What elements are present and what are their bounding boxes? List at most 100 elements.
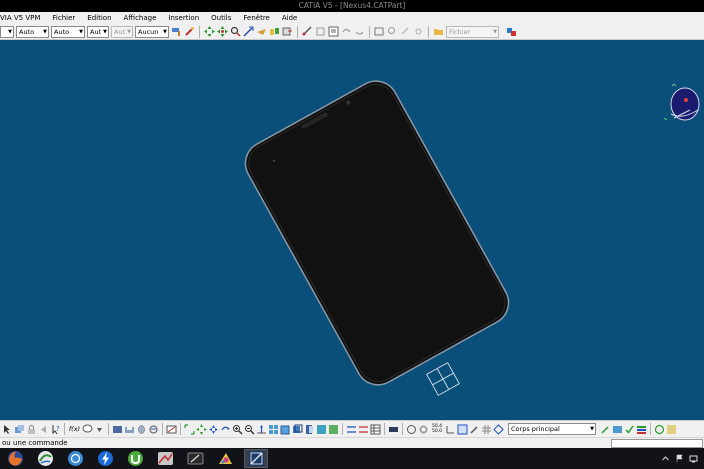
- search-icon[interactable]: [387, 26, 398, 37]
- rotate-view-icon[interactable]: [208, 424, 219, 435]
- multi-view-icon[interactable]: [268, 424, 279, 435]
- layer-combo[interactable]: Aut ▼: [87, 25, 109, 38]
- render-style-combo[interactable]: Aucun ▼: [135, 25, 169, 38]
- lineweight-combo[interactable]: Auto ▼: [51, 25, 85, 38]
- select-icon[interactable]: [2, 424, 13, 435]
- fit-all-icon[interactable]: [184, 423, 195, 435]
- zoom-in-view-icon[interactable]: [232, 424, 243, 435]
- file-combo[interactable]: Fichier ▼: [446, 25, 499, 38]
- utorrent-icon[interactable]: [124, 449, 146, 468]
- media-app-icon[interactable]: [154, 449, 176, 468]
- tray-up-arrow-icon[interactable]: [661, 454, 670, 463]
- pocket-icon[interactable]: [124, 424, 135, 435]
- rotate-3d-icon[interactable]: [220, 424, 231, 435]
- link-icon[interactable]: [400, 26, 411, 37]
- pad-icon[interactable]: [112, 424, 123, 435]
- pan-icon[interactable]: [204, 26, 215, 37]
- extra-icon[interactable]: [666, 424, 677, 435]
- menu-affichage[interactable]: Affichage: [118, 12, 163, 24]
- command-input[interactable]: [611, 438, 703, 448]
- hide-show-icon[interactable]: [269, 26, 280, 37]
- shading-icon[interactable]: [292, 424, 303, 435]
- normal-to-icon[interactable]: [256, 424, 267, 435]
- render-icon[interactable]: [328, 424, 339, 435]
- brush-icon[interactable]: [184, 26, 195, 37]
- dimension-icon[interactable]: [358, 424, 369, 435]
- format-painter-icon[interactable]: [171, 26, 182, 37]
- lightning-app-icon[interactable]: [94, 449, 116, 468]
- menu-via-vpm[interactable]: VIA V5 VPM: [0, 12, 46, 24]
- tray-network-icon[interactable]: [689, 454, 698, 463]
- analysis-icon[interactable]: [315, 26, 326, 37]
- pan-view-icon[interactable]: [196, 423, 207, 435]
- arrow-left-icon[interactable]: [38, 424, 49, 435]
- table-icon[interactable]: [370, 424, 381, 435]
- catia-task-icon[interactable]: [244, 449, 268, 468]
- swirl-app-icon[interactable]: [34, 449, 56, 468]
- body-combo[interactable]: Corps principal ▼: [508, 423, 596, 435]
- linetype-combo[interactable]: Auto ▼: [16, 25, 49, 38]
- phone-model[interactable]: [0, 40, 704, 420]
- menu-edition[interactable]: Edition: [81, 12, 117, 24]
- zoom-out-view-icon[interactable]: [244, 424, 255, 435]
- scale-ratio-icon[interactable]: 50.4 50.0: [430, 424, 444, 435]
- taskbar: [0, 448, 704, 469]
- paint-app-icon[interactable]: [214, 449, 236, 468]
- color-combo[interactable]: ▼: [0, 25, 14, 38]
- connection-icon[interactable]: [506, 26, 517, 37]
- hole-icon[interactable]: [148, 424, 159, 435]
- product-icon[interactable]: [14, 424, 25, 435]
- fly-mode-icon[interactable]: [256, 26, 267, 37]
- swap-visible-icon[interactable]: [316, 424, 327, 435]
- axis-icon[interactable]: [445, 424, 456, 435]
- menu-insertion[interactable]: Insertion: [162, 12, 205, 24]
- lock-icon[interactable]: [26, 424, 37, 435]
- menu-outils[interactable]: Outils: [205, 12, 237, 24]
- tray-flag-icon[interactable]: [675, 454, 684, 463]
- apply-material-icon[interactable]: [406, 424, 417, 435]
- check-icon[interactable]: [624, 424, 635, 435]
- sketch-icon[interactable]: [166, 424, 177, 435]
- manipulator-square: [426, 362, 460, 396]
- swap-space-icon[interactable]: [282, 26, 293, 37]
- image-icon[interactable]: [612, 424, 623, 435]
- capture-icon[interactable]: [457, 424, 468, 435]
- layers-icon[interactable]: [636, 424, 647, 435]
- compass-icon[interactable]: [660, 80, 700, 130]
- constraint-icon[interactable]: [346, 424, 357, 435]
- firefox-icon[interactable]: [4, 449, 26, 468]
- undo-icon[interactable]: [341, 26, 352, 37]
- comment-icon[interactable]: [82, 424, 93, 435]
- edit-icon[interactable]: [600, 424, 611, 435]
- help-icon[interactable]: ?: [50, 424, 61, 435]
- iso-view-icon[interactable]: [280, 424, 291, 435]
- itunes-icon[interactable]: [64, 449, 86, 468]
- menu-fenetre[interactable]: Fenêtre: [237, 12, 275, 24]
- measure-icon[interactable]: [302, 26, 313, 37]
- rotate-icon[interactable]: [217, 26, 228, 37]
- arrow-down-icon[interactable]: [94, 424, 105, 435]
- tools-icon[interactable]: [469, 424, 480, 435]
- update-icon[interactable]: [654, 424, 665, 435]
- point-style-combo[interactable]: Aut ▼: [111, 25, 133, 38]
- folder-icon[interactable]: [433, 26, 444, 37]
- menu-bar: VIA V5 VPM Fichier Edition Affichage Ins…: [0, 12, 704, 24]
- hide-show-view-icon[interactable]: [304, 424, 315, 435]
- grid-icon[interactable]: [481, 424, 492, 435]
- shaft-icon[interactable]: [136, 424, 147, 435]
- normal-view-icon[interactable]: [243, 26, 254, 37]
- zoom-in-icon[interactable]: [230, 26, 241, 37]
- scene-icon[interactable]: [388, 424, 399, 435]
- sun-icon[interactable]: [413, 26, 424, 37]
- body-icon[interactable]: [493, 423, 504, 435]
- catalog-icon[interactable]: [374, 26, 385, 37]
- 3d-viewport[interactable]: [0, 40, 704, 420]
- phone-body: [244, 80, 510, 386]
- menu-aide[interactable]: Aide: [276, 12, 303, 24]
- redo-icon[interactable]: [354, 26, 365, 37]
- formula-icon[interactable]: f(x): [68, 424, 81, 435]
- drawing-tablet-icon[interactable]: [184, 449, 206, 468]
- menu-fichier[interactable]: Fichier: [46, 12, 81, 24]
- light-icon[interactable]: [418, 424, 429, 435]
- properties-icon[interactable]: [328, 26, 339, 37]
